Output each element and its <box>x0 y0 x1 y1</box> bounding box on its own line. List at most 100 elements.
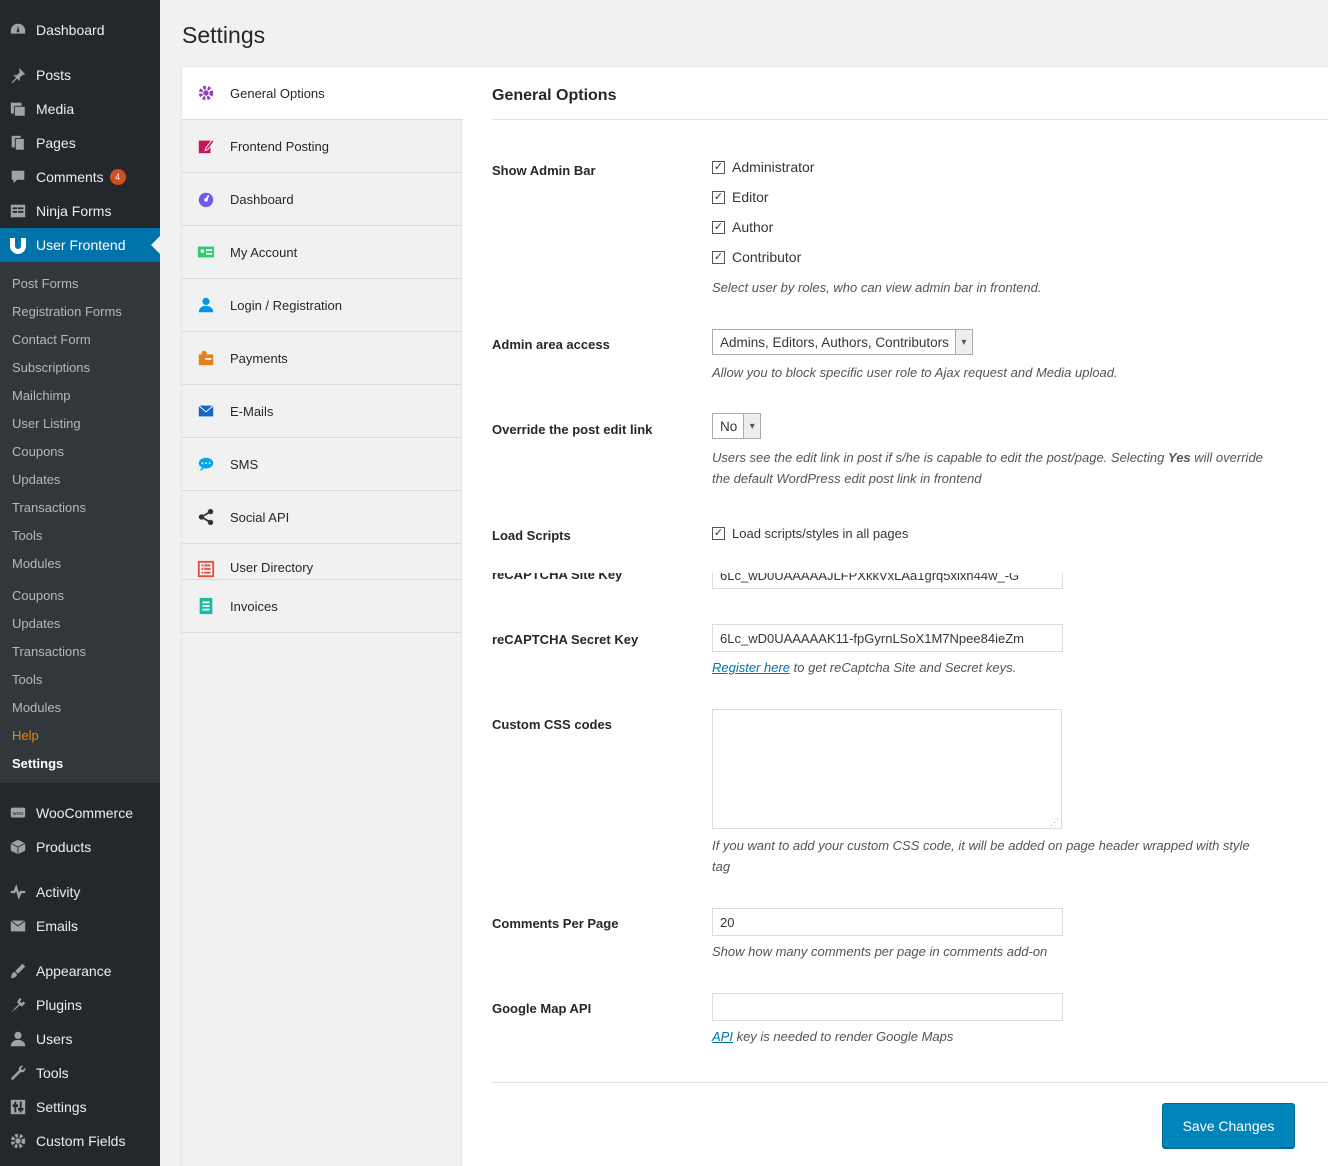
menu-item-comments[interactable]: Comments 4 <box>0 160 160 194</box>
menu-item-dashboard[interactable]: Dashboard <box>0 13 160 47</box>
role-checkbox-administrator[interactable]: ✓ Administrator <box>712 152 814 182</box>
tab-invoices[interactable]: Invoices <box>182 580 462 633</box>
plug-icon <box>0 996 36 1014</box>
admin-bar-roles: ✓ Administrator ✓ Editor ✓ Author ✓ Contribu… <box>712 152 814 272</box>
tab-e-mails[interactable]: E-Mails <box>182 385 462 438</box>
tab-label: Frontend Posting <box>230 138 330 154</box>
custom-css-description: If you want to add your custom CSS code,… <box>712 838 1250 874</box>
submenu-item[interactable]: User Listing <box>12 416 81 431</box>
menu-item-pages[interactable]: Pages <box>0 126 160 160</box>
section-title: General Options <box>492 87 617 104</box>
admin-access-select[interactable]: Admins, Editors, Authors, Contributors ▾ <box>712 329 973 355</box>
checkbox-checked[interactable]: ✓ <box>712 220 725 234</box>
tab-label: General Options <box>230 85 325 101</box>
override-link-select[interactable]: No ▾ <box>712 413 762 439</box>
custom-css-textarea[interactable] <box>712 709 1062 829</box>
google-map-input[interactable] <box>712 993 1063 1021</box>
recaptcha-site-input[interactable]: 6Lc_wD0UAAAAAJLFPXkkVxLAa1grq5xlxn44w_-G <box>712 573 1063 589</box>
submenu-item[interactable]: Tools <box>12 528 42 543</box>
menu-item-users[interactable]: Users <box>0 1022 160 1056</box>
register-here-link[interactable]: Register here <box>712 660 790 675</box>
user-icon <box>182 296 230 314</box>
share-icon <box>182 508 230 526</box>
role-checkbox-editor[interactable]: ✓ Editor <box>712 182 814 212</box>
menu-item-woocommerce[interactable]: woo WooCommerce <box>0 796 160 830</box>
submenu-item[interactable]: Coupons <box>12 444 64 459</box>
tab-frontend-posting[interactable]: Frontend Posting <box>182 120 462 173</box>
load-scripts-checkbox[interactable]: ✓ Load scripts/styles in all pages <box>712 518 908 548</box>
menu-item-emails[interactable]: Emails <box>0 909 160 943</box>
tab-dashboard[interactable]: Dashboard <box>182 173 462 226</box>
recaptcha-description: Register here to get reCaptcha Site and … <box>712 660 1017 675</box>
admin-access-description: Allow you to block specific user role to… <box>712 365 1118 380</box>
settings-panel: General Options Frontend Posting Dashboa… <box>181 66 1328 1166</box>
menu-item-settings[interactable]: Settings <box>0 1090 160 1124</box>
admin-bar-description: Select user by roles, who can view admin… <box>712 280 1042 295</box>
submenu-item[interactable]: Subscriptions <box>12 360 90 375</box>
submenu-item[interactable]: Modules <box>12 556 61 571</box>
sliders-icon <box>0 1098 36 1116</box>
tab-user-directory[interactable]: User Directory <box>182 544 462 580</box>
api-link[interactable]: API <box>712 1029 733 1044</box>
submenu-item[interactable]: Post Forms <box>12 276 78 291</box>
comments-per-page-description: Show how many comments per page in comme… <box>712 944 1048 959</box>
override-link-label: Override the post edit link <box>492 422 653 437</box>
comments-per-page-input[interactable]: 20 <box>712 908 1063 936</box>
envelope-icon <box>182 402 230 420</box>
tab-general-options[interactable]: General Options <box>182 67 463 120</box>
role-checkbox-contributor[interactable]: ✓ Contributor <box>712 242 814 272</box>
role-checkbox-author[interactable]: ✓ Author <box>712 212 814 242</box>
submenu-item[interactable]: Coupons <box>12 588 64 603</box>
tab-my-account[interactable]: My Account <box>182 226 462 279</box>
submenu-item[interactable]: Updates <box>12 616 60 631</box>
submenu-item[interactable]: Updates <box>12 472 60 487</box>
comments-count-badge: 4 <box>109 169 126 185</box>
recaptcha-secret-input[interactable]: 6Lc_wD0UAAAAAK11-fpGyrnLSoX1M7Npee84ieZm <box>712 624 1063 652</box>
tab-sms[interactable]: SMS <box>182 438 462 491</box>
submenu-item[interactable]: Registration Forms <box>12 304 122 319</box>
submenu-item[interactable]: Tools <box>12 672 42 687</box>
checkbox-checked[interactable]: ✓ <box>712 250 725 264</box>
submenu-item[interactable]: Transactions <box>12 644 86 659</box>
menu-item-appearance[interactable]: Appearance <box>0 954 160 988</box>
chat-icon <box>182 455 230 473</box>
menu-item-activity[interactable]: Activity <box>0 875 160 909</box>
checkbox-checked[interactable]: ✓ <box>712 190 725 204</box>
menu-item-ninja-forms[interactable]: Ninja Forms <box>0 194 160 228</box>
menu-item-posts[interactable]: Posts <box>0 58 160 92</box>
admin-access-label: Admin area access <box>492 337 610 352</box>
submenu-item[interactable]: Mailchimp <box>12 388 71 403</box>
tab-social-api[interactable]: Social API <box>182 491 462 544</box>
submenu-item-help[interactable]: Help <box>12 728 39 743</box>
submenu-item-settings[interactable]: Settings <box>12 756 63 771</box>
menu-item-products[interactable]: Products <box>0 830 160 864</box>
tab-label: Invoices <box>230 598 278 614</box>
menu-item-user-frontend[interactable]: User Frontend <box>0 228 160 262</box>
tab-label: SMS <box>230 456 259 472</box>
user-frontend-submenu: Post Forms Registration Forms Contact Fo… <box>0 262 160 783</box>
checkbox-checked[interactable]: ✓ <box>712 160 725 174</box>
override-link-description: Users see the edit link in post if s/he … <box>712 450 1263 486</box>
submenu-item[interactable]: Contact Form <box>12 332 91 347</box>
menu-item-plugins[interactable]: Plugins <box>0 988 160 1022</box>
submenu-item[interactable]: Transactions <box>12 500 86 515</box>
svg-text:woo: woo <box>13 811 24 817</box>
checkbox-checked[interactable]: ✓ <box>712 526 725 540</box>
tab-payments[interactable]: Payments <box>182 332 462 385</box>
menu-item-custom-fields[interactable]: Custom Fields <box>0 1124 160 1158</box>
comments-per-page-label: Comments Per Page <box>492 916 619 931</box>
comment-icon <box>0 168 36 186</box>
brush-icon <box>0 962 36 980</box>
id-card-icon <box>182 243 230 261</box>
divider <box>492 1082 1328 1083</box>
save-changes-button[interactable]: Save Changes <box>1162 1103 1295 1148</box>
tab-login-registration[interactable]: Login / Registration <box>182 279 462 332</box>
chevron-down-icon: ▾ <box>743 414 761 438</box>
recaptcha-site-label: reCAPTCHA Site Key <box>492 573 623 582</box>
menu-item-tools[interactable]: Tools <box>0 1056 160 1090</box>
wpuf-logo-icon <box>0 236 36 254</box>
gear-icon <box>182 84 230 102</box>
email-icon <box>0 917 36 935</box>
submenu-item[interactable]: Modules <box>12 700 61 715</box>
menu-item-media[interactable]: Media <box>0 92 160 126</box>
